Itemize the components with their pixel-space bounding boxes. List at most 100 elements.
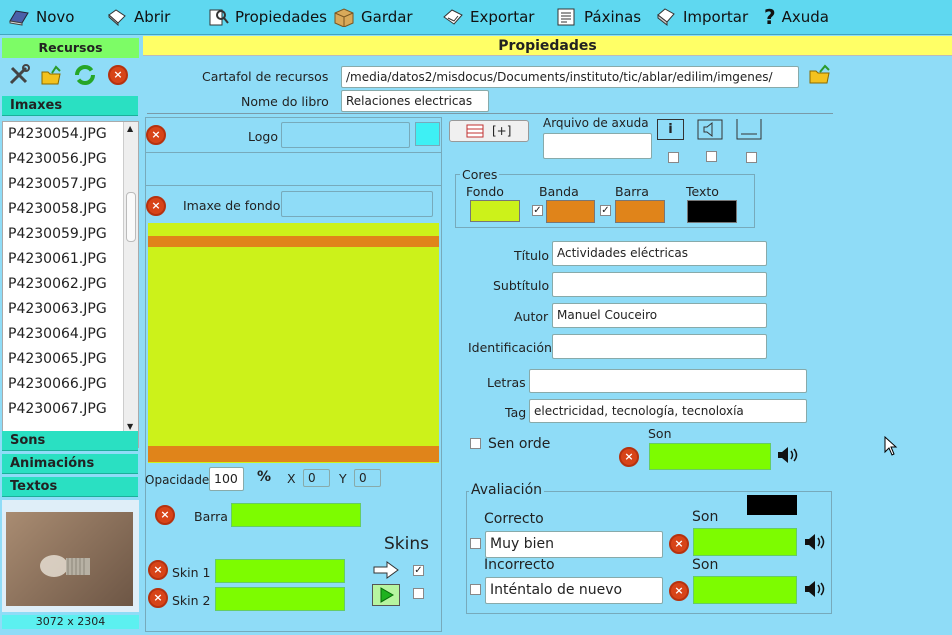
band-color-label: Banda bbox=[539, 184, 579, 199]
play-button[interactable] bbox=[372, 584, 400, 606]
import-button[interactable]: Importar bbox=[655, 4, 748, 30]
export-label: Exportar bbox=[470, 8, 535, 26]
correct-input[interactable]: Muy bien bbox=[485, 531, 663, 558]
incorrect-checkbox[interactable] bbox=[470, 584, 481, 595]
book-name-input[interactable]: Relaciones electricas bbox=[341, 90, 489, 112]
skin1-checkbox[interactable]: ✓ bbox=[413, 565, 424, 576]
info-checkbox[interactable] bbox=[668, 152, 679, 163]
incorrect-sound-input[interactable] bbox=[693, 576, 797, 604]
image-list-item[interactable]: P4230054.JPG bbox=[3, 122, 138, 147]
author-input[interactable]: Manuel Couceiro bbox=[552, 303, 767, 328]
sound-input[interactable] bbox=[649, 443, 771, 470]
logo-input[interactable] bbox=[281, 122, 410, 148]
animations-section-header[interactable]: Animacións bbox=[2, 454, 138, 474]
image-list-item[interactable]: P4230067.JPG bbox=[3, 397, 138, 422]
remove-sound-icon[interactable]: × bbox=[619, 447, 639, 467]
background-color-label: Fondo bbox=[466, 184, 504, 199]
text-color-swatch[interactable] bbox=[687, 200, 737, 223]
opacity-input[interactable]: 100 bbox=[209, 467, 244, 491]
letters-input[interactable] bbox=[529, 369, 807, 393]
export-button[interactable]: Exportar bbox=[442, 4, 534, 30]
image-list-item[interactable]: P4230057.JPG bbox=[3, 172, 138, 197]
skin2-checkbox[interactable] bbox=[413, 588, 424, 599]
remove-correct-sound-icon[interactable]: × bbox=[669, 534, 689, 554]
image-list-item[interactable]: P4230056.JPG bbox=[3, 147, 138, 172]
remove-background-image-icon[interactable]: × bbox=[146, 196, 166, 216]
help-file-button[interactable]: [+] bbox=[449, 120, 529, 142]
band-color-swatch[interactable] bbox=[546, 200, 595, 223]
remove-incorrect-sound-icon[interactable]: × bbox=[669, 581, 689, 601]
x-input[interactable]: 0 bbox=[303, 469, 330, 487]
properties-button[interactable]: Propiedades bbox=[207, 4, 327, 30]
bar-color-checkbox[interactable]: ✓ bbox=[600, 205, 611, 216]
image-list-item[interactable]: P4230061.JPG bbox=[3, 247, 138, 272]
export-icon bbox=[443, 9, 463, 25]
images-section-header[interactable]: Imaxes bbox=[2, 96, 138, 116]
image-list-item[interactable]: P4230064.JPG bbox=[3, 322, 138, 347]
remove-skin1-icon[interactable]: × bbox=[148, 560, 168, 580]
sound-icon[interactable] bbox=[697, 119, 723, 140]
title-input[interactable]: Actividades eléctricas bbox=[552, 241, 767, 266]
help-button[interactable]: ? Axuda bbox=[764, 4, 829, 30]
thumbnail-frame bbox=[2, 500, 139, 612]
save-button[interactable]: Gardar bbox=[333, 4, 413, 30]
bar-input[interactable] bbox=[231, 503, 361, 527]
correct-sound-input[interactable] bbox=[693, 528, 797, 556]
identification-input[interactable] bbox=[552, 334, 767, 359]
image-list-item[interactable]: P4230063.JPG bbox=[3, 297, 138, 322]
skin2-input[interactable] bbox=[215, 587, 345, 611]
correct-speaker-icon[interactable] bbox=[803, 533, 829, 551]
open-button[interactable]: Abrir bbox=[106, 4, 170, 30]
bar-color-swatch[interactable] bbox=[615, 200, 665, 223]
new-button[interactable]: Novo bbox=[8, 4, 74, 30]
preview-background bbox=[148, 223, 439, 463]
image-list-item[interactable]: P4230059.JPG bbox=[3, 222, 138, 247]
incorrect-input[interactable]: Inténtalo de nuevo bbox=[485, 577, 663, 604]
speaker-icon[interactable] bbox=[776, 446, 802, 464]
info-icon[interactable]: i bbox=[657, 119, 684, 140]
texts-section-header[interactable]: Textos bbox=[2, 477, 138, 497]
image-list-item[interactable]: P4230066.JPG bbox=[3, 372, 138, 397]
band-checkbox[interactable]: ✓ bbox=[532, 205, 543, 216]
percent-sign: % bbox=[257, 469, 272, 485]
remove-skin2-icon[interactable]: × bbox=[148, 588, 168, 608]
subtitle-input[interactable] bbox=[552, 272, 767, 297]
refresh-icon[interactable] bbox=[74, 64, 96, 86]
new-book-icon bbox=[9, 10, 29, 26]
thumbnail-size: 3072 x 2304 bbox=[2, 615, 139, 629]
tools-icon[interactable] bbox=[8, 64, 30, 86]
bar-label: Barra bbox=[194, 509, 228, 524]
image-list-item[interactable]: P4230062.JPG bbox=[3, 272, 138, 297]
evaluation-color-swatch[interactable] bbox=[747, 495, 797, 515]
open-folder-icon[interactable] bbox=[40, 64, 62, 86]
help-folder-icon bbox=[466, 124, 484, 138]
remove-logo-icon[interactable]: × bbox=[146, 125, 166, 145]
y-input[interactable]: 0 bbox=[354, 469, 381, 487]
incorrect-speaker-icon[interactable] bbox=[803, 580, 829, 598]
window-checkbox[interactable] bbox=[746, 152, 757, 163]
images-vertical-scrollbar[interactable]: ▲ ▼ bbox=[123, 122, 138, 447]
no-order-checkbox[interactable] bbox=[470, 438, 481, 449]
scroll-down-icon[interactable]: ▼ bbox=[127, 422, 133, 431]
skin1-label: Skin 1 bbox=[172, 565, 211, 580]
scroll-up-icon[interactable]: ▲ bbox=[127, 124, 133, 133]
remove-bar-icon[interactable]: × bbox=[155, 505, 175, 525]
tag-input[interactable]: electricidad, tecnología, tecnoloxía bbox=[529, 399, 807, 423]
folder-browse-icon[interactable] bbox=[808, 63, 832, 85]
correct-checkbox[interactable] bbox=[470, 538, 481, 549]
image-list-item[interactable]: P4230065.JPG bbox=[3, 347, 138, 372]
arrow-right-icon[interactable] bbox=[372, 560, 400, 580]
delete-resource-icon[interactable]: × bbox=[108, 65, 128, 85]
sound-checkbox[interactable] bbox=[706, 151, 717, 162]
logo-color-swatch[interactable] bbox=[415, 122, 440, 146]
background-color-swatch[interactable] bbox=[470, 200, 520, 222]
resources-toolbar: × bbox=[2, 60, 139, 90]
image-list-item[interactable]: P4230058.JPG bbox=[3, 197, 138, 222]
sounds-section-header[interactable]: Sons bbox=[2, 431, 138, 451]
help-file-input[interactable] bbox=[543, 133, 652, 159]
folder-input[interactable]: /media/datos2/misdocus/Documents/institu… bbox=[341, 66, 799, 88]
background-image-input[interactable] bbox=[281, 191, 433, 217]
pages-button[interactable]: Páxinas bbox=[556, 4, 641, 30]
window-icon[interactable] bbox=[736, 118, 762, 140]
skin1-input[interactable] bbox=[215, 559, 345, 583]
